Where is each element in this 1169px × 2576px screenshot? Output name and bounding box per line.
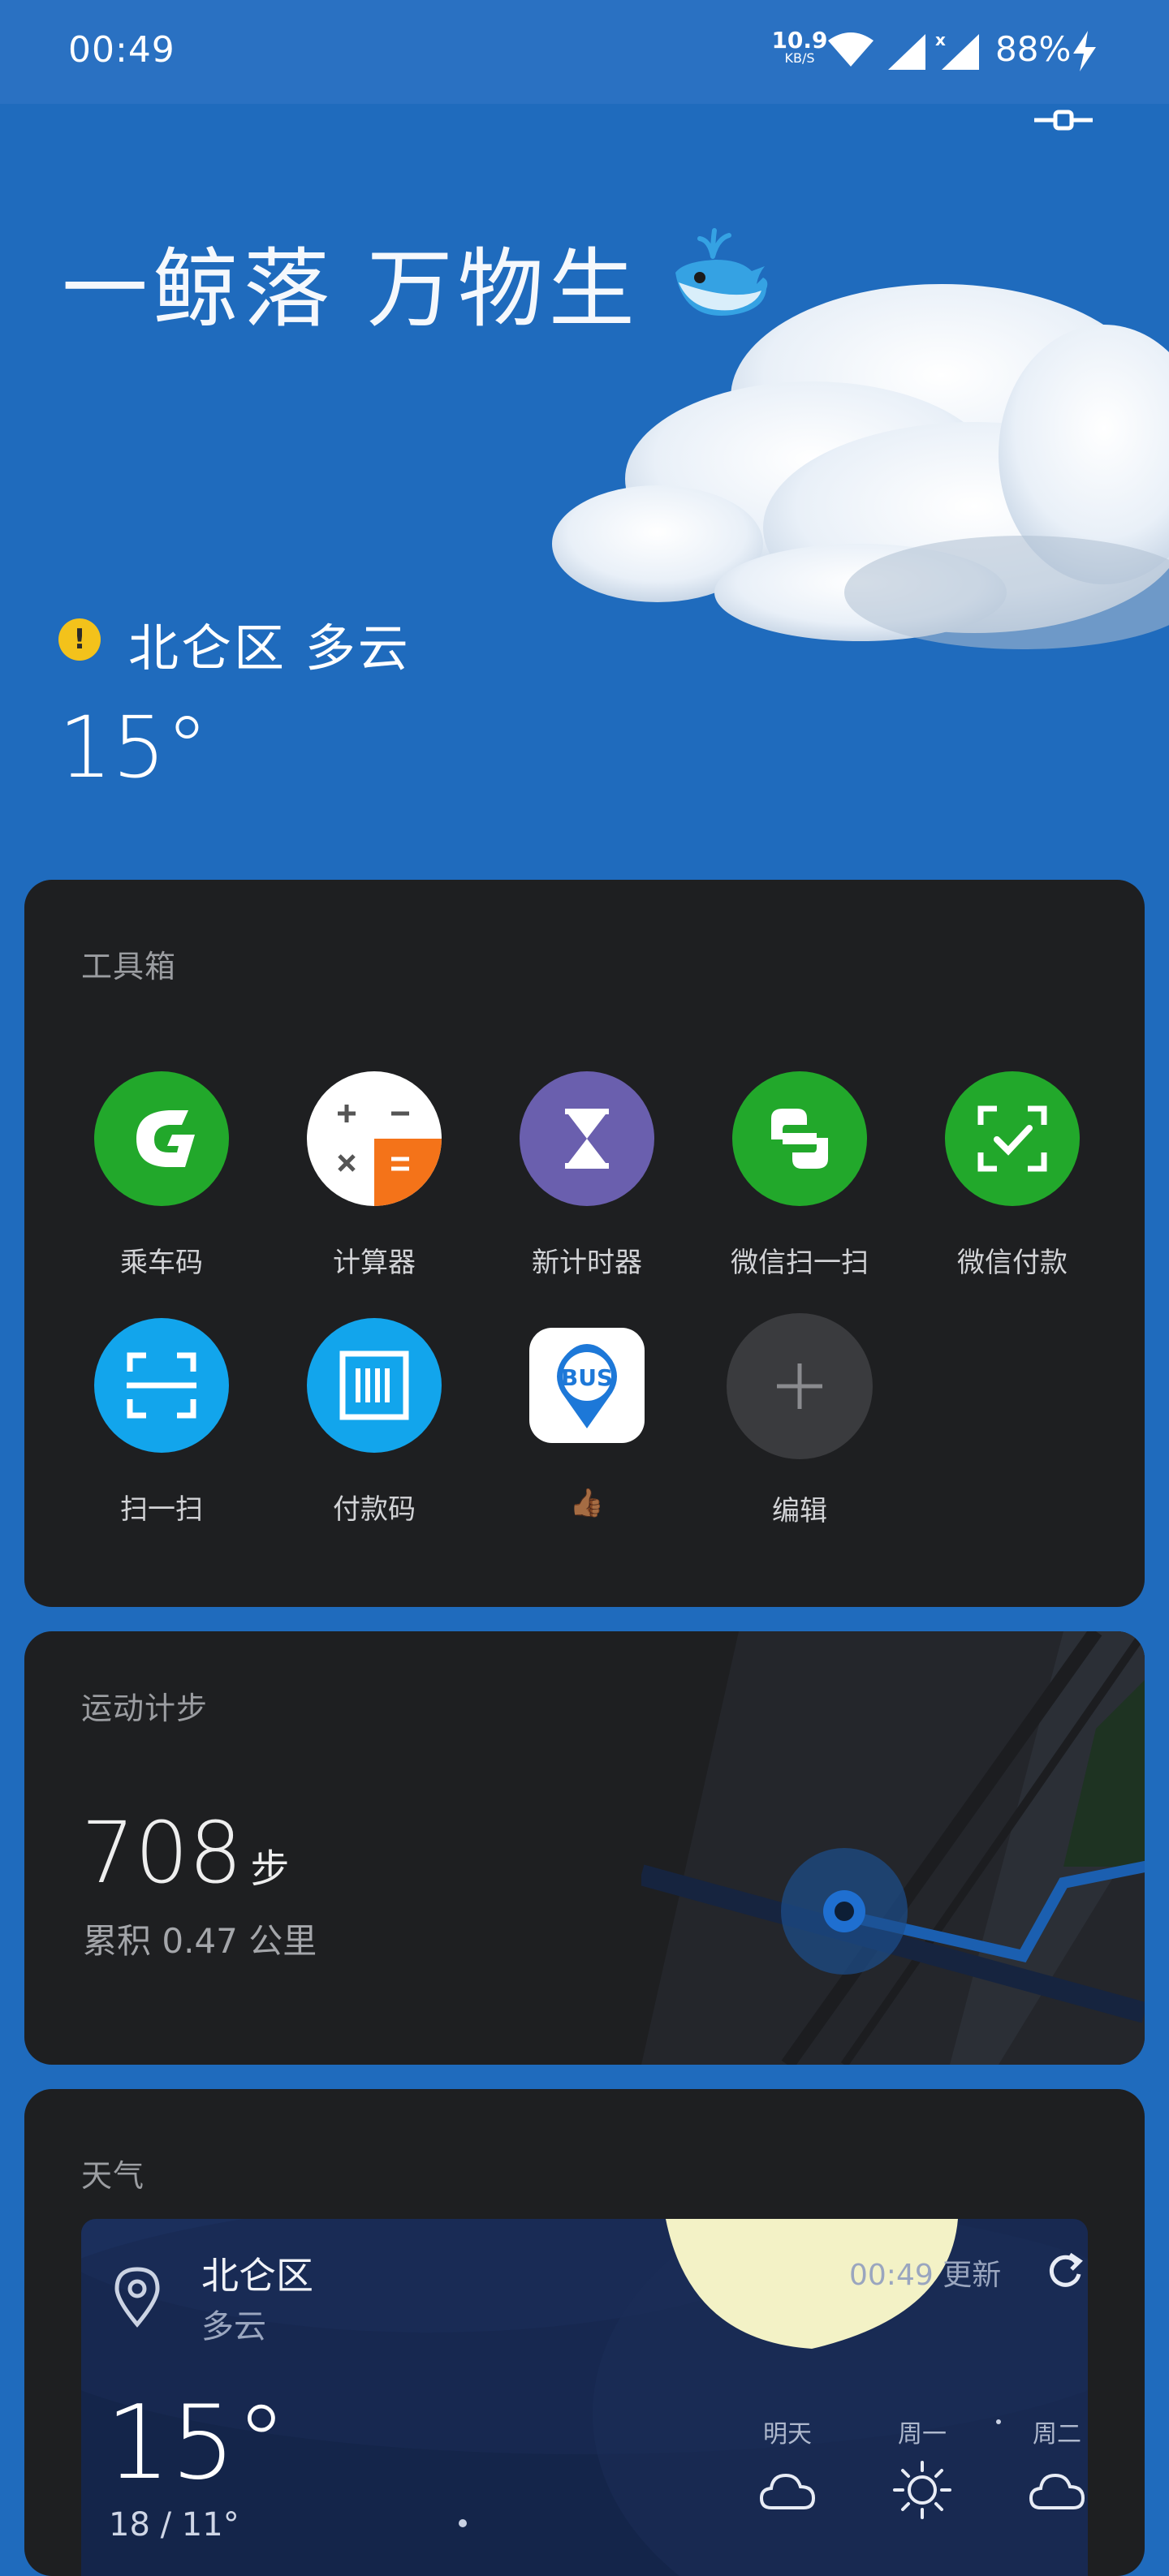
steps-count: 708 步 bbox=[81, 1803, 290, 1902]
tool-label: 乘车码 bbox=[120, 1247, 203, 1279]
steps-title: 运动计步 bbox=[81, 1691, 209, 1726]
weather-range: 18 / 11° bbox=[109, 2506, 239, 2544]
tool-payment-code[interactable]: 付款码 bbox=[277, 1318, 472, 1527]
status-time: 00:49 bbox=[68, 29, 175, 71]
tool-edit[interactable]: 编辑 bbox=[702, 1313, 897, 1528]
svg-text:x: x bbox=[935, 32, 946, 50]
forecast-day: 明天 bbox=[763, 2420, 812, 2449]
steps-count-value: 708 bbox=[81, 1803, 243, 1902]
cloud-icon bbox=[1029, 2473, 1085, 2509]
cloud-icon bbox=[759, 2473, 816, 2509]
whale-icon bbox=[675, 228, 768, 316]
wechat-pay-icon bbox=[945, 1071, 1080, 1206]
toolbox-title: 工具箱 bbox=[81, 949, 177, 984]
add-icon bbox=[727, 1313, 873, 1459]
scan-icon bbox=[94, 1318, 229, 1453]
signal-no-data-icon: x bbox=[935, 32, 979, 70]
hero-temperature: 15° bbox=[58, 698, 209, 797]
step-counter-card[interactable]: 运动计步 708 步 累积 0.47 公里 bbox=[24, 1631, 1145, 2065]
network-speed-value: 10.9 bbox=[771, 27, 828, 54]
tool-bus-code[interactable]: 乘车码 bbox=[64, 1071, 259, 1280]
tool-bus-app[interactable]: BUS 👍🏾 bbox=[490, 1318, 684, 1519]
bus-badge-text: BUS bbox=[561, 1364, 613, 1391]
network-speed-unit: KB/S bbox=[784, 50, 815, 66]
tool-scan[interactable]: 扫一扫 bbox=[64, 1318, 259, 1527]
weather-location: 北仑区 bbox=[201, 2254, 313, 2298]
weather-card[interactable]: 天气 北仑区 多云 00:49 更新 15° 18 / 11° 明天 周一 周二 bbox=[24, 2089, 1145, 2576]
tool-label: 新计时器 bbox=[532, 1247, 642, 1279]
refresh-icon[interactable] bbox=[1044, 2250, 1086, 2292]
toolbox-card: 工具箱 乘车码 计算器 新计时器 微信扫一扫 微信付款 扫一扫 付款码 BUS … bbox=[24, 880, 1145, 1607]
forecast-day: 周二 bbox=[1033, 2420, 1081, 2449]
tool-calculator[interactable]: 计算器 bbox=[277, 1071, 472, 1280]
hero-title: 一鲸落 万物生 bbox=[62, 239, 640, 339]
battery-percent: 88% bbox=[995, 29, 1072, 69]
tool-timer[interactable]: 新计时器 bbox=[490, 1071, 684, 1280]
tool-label: 扫一扫 bbox=[120, 1493, 203, 1526]
wifi-icon bbox=[828, 32, 874, 67]
weather-title: 天气 bbox=[81, 2158, 145, 2194]
wechat-scan-icon bbox=[732, 1071, 867, 1206]
weather-panel[interactable]: 北仑区 多云 00:49 更新 15° 18 / 11° 明天 周一 周二 bbox=[81, 2219, 1088, 2576]
tool-wechat-scan[interactable]: 微信扫一扫 bbox=[702, 1071, 897, 1280]
tool-label: 👍🏾 bbox=[569, 1487, 605, 1519]
tool-label: 微信付款 bbox=[957, 1247, 1068, 1279]
sun-icon bbox=[893, 2461, 951, 2519]
status-bar: 00:49 10.9 KB/S x 88% bbox=[0, 0, 1169, 104]
payment-code-icon bbox=[307, 1318, 442, 1453]
warning-icon[interactable]: ! bbox=[58, 618, 101, 661]
steps-distance: 累积 0.47 公里 bbox=[83, 1921, 317, 1961]
tool-label: 微信扫一扫 bbox=[731, 1247, 869, 1279]
weather-temperature: 15° bbox=[106, 2383, 287, 2502]
bus-code-icon bbox=[94, 1071, 229, 1206]
network-speed: 10.9 KB/S bbox=[771, 29, 828, 65]
calculator-icon bbox=[307, 1071, 442, 1206]
tool-wechat-pay[interactable]: 微信付款 bbox=[915, 1071, 1110, 1280]
bus-app-icon: BUS bbox=[529, 1328, 645, 1443]
weather-updated-time: 00:49 更新 bbox=[849, 2259, 1002, 2292]
steps-unit: 步 bbox=[250, 1846, 290, 1892]
hourglass-icon bbox=[520, 1071, 654, 1206]
tool-label: 付款码 bbox=[333, 1493, 416, 1526]
weather-condition: 多云 bbox=[201, 2308, 266, 2346]
hero-location-weather[interactable]: 北仑区 多云 bbox=[128, 607, 411, 680]
charging-icon bbox=[1073, 31, 1096, 71]
settings-slider-icon[interactable] bbox=[1031, 106, 1096, 138]
route-map-illustration bbox=[641, 1631, 1145, 2065]
tool-label: 编辑 bbox=[772, 1495, 827, 1527]
tool-label: 计算器 bbox=[333, 1247, 416, 1279]
signal-icon bbox=[888, 34, 925, 70]
location-pin-icon bbox=[114, 2267, 160, 2328]
forecast-day: 周一 bbox=[898, 2420, 947, 2449]
